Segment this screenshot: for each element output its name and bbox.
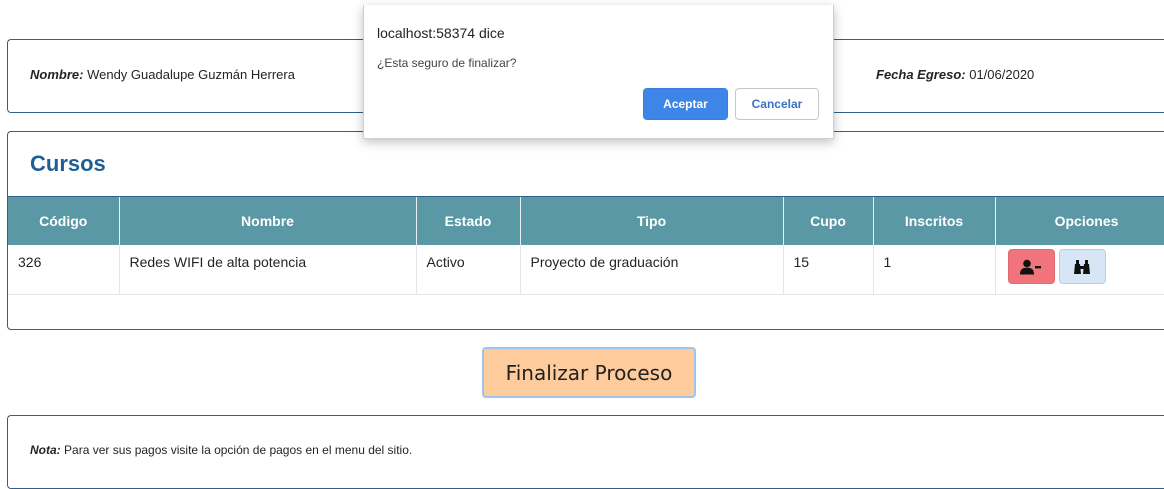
cancel-button[interactable]: Cancelar [735, 88, 819, 120]
cell-code: 326 [8, 245, 120, 295]
binoculars-icon [1074, 259, 1090, 274]
cell-quota: 15 [783, 245, 874, 295]
dialog-title: localhost:58374 dice [377, 25, 505, 41]
cell-type: Proyecto de graduación [520, 245, 784, 295]
table-header-row: Código Nombre Estado Tipo Cupo Inscritos… [8, 197, 1164, 245]
cell-name: Redes WIFI de alta potencia [119, 245, 417, 295]
note-label: Nota: [30, 443, 61, 457]
cell-enrolled: 1 [873, 245, 996, 295]
col-header-enrolled: Inscritos [873, 197, 996, 245]
finalize-process-button[interactable]: Finalizar Proceso [482, 347, 696, 398]
note: Nota: Para ver sus pagos visite la opció… [30, 443, 412, 457]
name-label: Nombre: [30, 67, 84, 82]
user-minus-icon [1020, 259, 1041, 274]
remove-enrollment-button[interactable] [1007, 249, 1055, 284]
courses-panel: Cursos Código Nombre Estado Tipo Cupo In… [7, 131, 1164, 330]
col-header-quota: Cupo [783, 197, 874, 245]
cell-options [995, 245, 1164, 295]
confirm-dialog: localhost:58374 dice ¿Esta seguro de fin… [363, 5, 834, 139]
dialog-message: ¿Esta seguro de finalizar? [377, 56, 517, 70]
name-value: Wendy Guadalupe Guzmán Herrera [87, 67, 295, 82]
table-row: 326 Redes WIFI de alta potencia Activo P… [8, 245, 1164, 295]
date-value: 01/06/2020 [969, 67, 1035, 82]
accept-button[interactable]: Aceptar [643, 88, 728, 120]
col-header-code: Código [8, 197, 120, 245]
courses-title: Cursos [30, 151, 106, 176]
note-text: Para ver sus pagos visite la opción de p… [64, 443, 413, 457]
date-label: Fecha Egreso: [876, 67, 966, 82]
graduation-date: Fecha Egreso: 01/06/2020 [876, 67, 1034, 82]
courses-table: Código Nombre Estado Tipo Cupo Inscritos… [8, 197, 1164, 295]
view-course-button[interactable] [1058, 249, 1106, 284]
col-header-status: Estado [416, 197, 521, 245]
cell-status: Activo [416, 245, 521, 295]
note-panel: Nota: Para ver sus pagos visite la opció… [7, 415, 1164, 489]
student-name: Nombre: Wendy Guadalupe Guzmán Herrera [30, 67, 295, 82]
col-header-name: Nombre [119, 197, 417, 245]
col-header-options: Opciones [995, 197, 1164, 245]
col-header-type: Tipo [520, 197, 784, 245]
